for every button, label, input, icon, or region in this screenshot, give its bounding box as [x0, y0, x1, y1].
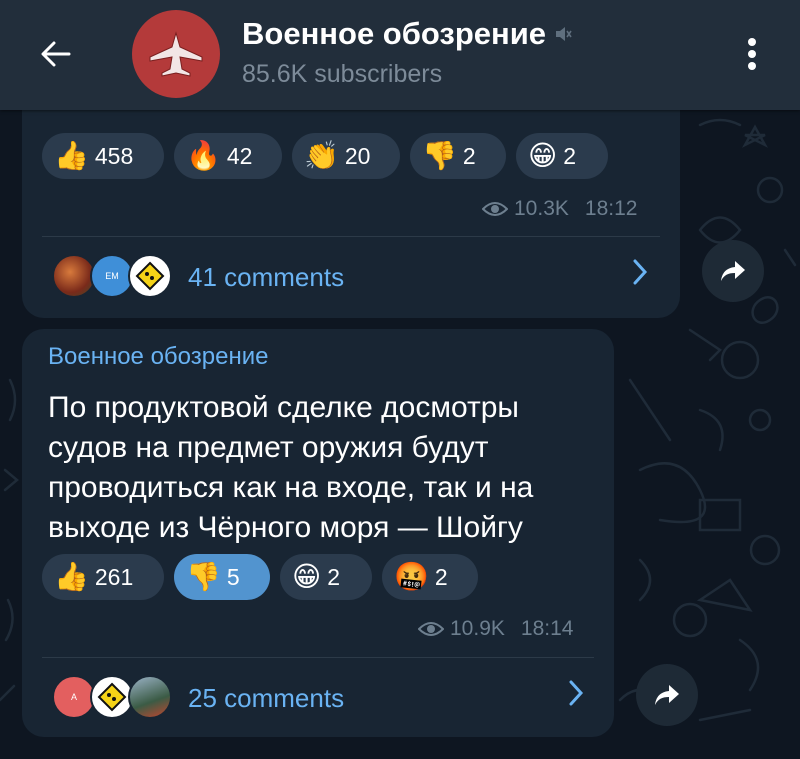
fighter-jet-icon: [149, 31, 203, 77]
thumbs-down-icon: 👎: [422, 139, 457, 172]
channel-title-text: Военное обозрение: [242, 16, 547, 51]
share-button[interactable]: [636, 664, 698, 726]
grinning-face-icon: 😁: [528, 139, 558, 172]
more-vertical-icon: [748, 38, 756, 70]
comments-count: 41 comments: [188, 261, 345, 292]
channel-title[interactable]: Военное обозрение: [242, 14, 572, 54]
reaction-count: 2: [563, 142, 576, 169]
view-count: 10.3K: [514, 197, 569, 220]
more-options-button[interactable]: [730, 32, 774, 76]
muted-speaker-icon: [556, 27, 572, 41]
reaction-grin[interactable]: 😁 2: [280, 554, 372, 600]
clapping-hands-icon: 👏: [304, 139, 339, 172]
comments-count: 25 comments: [188, 682, 345, 713]
reaction-count: 5: [226, 563, 240, 590]
fire-icon: 🔥: [186, 139, 221, 172]
chevron-right-icon: [632, 258, 648, 294]
message-text: По продуктовой сделке досмотры судов на …: [48, 391, 534, 544]
reaction-thumbs-down[interactable]: 👎 2: [410, 133, 506, 179]
commenter-avatars: EM: [52, 254, 172, 300]
comments-divider: [42, 657, 594, 658]
reaction-thumbs-up[interactable]: 👍 458: [42, 133, 164, 179]
thumbs-up-icon: 👍: [54, 560, 89, 593]
eye-icon: [418, 622, 444, 636]
avatar: [128, 675, 172, 719]
sender-name[interactable]: Военное обозрение: [48, 343, 268, 371]
share-arrow-icon: [655, 685, 679, 705]
reaction-clap[interactable]: 👏 20: [292, 133, 400, 179]
eye-icon: [482, 202, 508, 216]
comments-button[interactable]: A 25 comments: [52, 675, 344, 721]
share-button[interactable]: [702, 240, 764, 302]
cursing-face-icon: 🤬: [394, 560, 429, 593]
message-time: 18:12: [584, 197, 638, 220]
subscriber-count: 85.6K subscribers: [242, 60, 443, 88]
avatar: [128, 254, 172, 298]
reaction-count: 458: [94, 142, 134, 169]
reaction-count: 2: [327, 563, 340, 590]
channel-avatar[interactable]: [132, 10, 220, 98]
commenter-avatars: A: [52, 675, 172, 721]
message-meta: 10.3K 18:12: [482, 197, 637, 221]
reaction-count: 2: [462, 142, 476, 169]
reaction-grin[interactable]: 😁 2: [516, 133, 608, 179]
reaction-fire[interactable]: 🔥 42: [174, 133, 282, 179]
comments-divider: [42, 236, 660, 237]
reaction-thumbs-up[interactable]: 👍 261: [42, 554, 164, 600]
reaction-thumbs-down[interactable]: 👎 5: [174, 554, 270, 600]
arrow-left-icon: [41, 41, 71, 67]
reactions-row: 👍 458 🔥 42 👏 20 👎 2 😁 2: [42, 133, 608, 179]
avatar-initials: A: [70, 692, 77, 702]
avatar-initials: EM: [105, 271, 119, 281]
thumbs-up-icon: 👍: [54, 139, 89, 172]
share-arrow-icon: [721, 261, 745, 281]
reaction-count: 261: [94, 563, 134, 590]
reaction-count: 20: [344, 142, 371, 169]
message-meta: 10.9K 18:14: [418, 617, 573, 641]
chat-header: Военное обозрение 85.6K subscribers: [0, 0, 800, 110]
comments-button[interactable]: EM 41 comments: [52, 254, 344, 300]
warning-sign-icon: [135, 261, 165, 291]
view-count: 10.9K: [450, 617, 505, 640]
thumbs-down-icon: 👎: [186, 560, 221, 593]
back-button[interactable]: [34, 32, 78, 76]
reaction-cursing[interactable]: 🤬 2: [382, 554, 478, 600]
reactions-row: 👍 261 👎 5 😁 2 🤬 2: [42, 554, 478, 600]
reaction-count: 42: [226, 142, 253, 169]
message-time: 18:14: [520, 617, 574, 640]
grinning-face-icon: 😁: [292, 560, 322, 593]
warning-sign-icon: [97, 682, 127, 712]
chevron-right-icon: [568, 679, 584, 715]
reaction-count: 2: [434, 563, 448, 590]
